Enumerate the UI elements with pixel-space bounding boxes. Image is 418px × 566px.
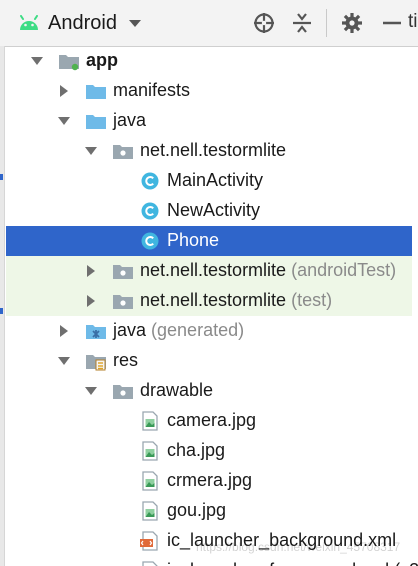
tree-row[interactable]: ic_launcher_foreground.xml (v24) [6, 556, 418, 566]
tree-row[interactable]: camera.jpg [6, 406, 412, 436]
tree-row[interactable]: manifests [6, 76, 412, 106]
tree-row[interactable]: java [6, 106, 412, 136]
tree-item-label: NewActivity [167, 200, 260, 221]
minimize-icon[interactable] [380, 11, 404, 35]
tree-item-name: manifests [113, 80, 191, 100]
project-toolbar: Android ti [0, 0, 418, 47]
tree-item-label: manifests [113, 80, 190, 101]
tree-row[interactable]: app [6, 46, 412, 76]
tree-item-label: res [113, 350, 138, 371]
class-icon [139, 231, 161, 251]
package-icon [112, 261, 134, 281]
gutter-marker [0, 174, 3, 180]
tree-item-name: Phone [167, 230, 220, 250]
tree-item-name: NewActivity [167, 200, 261, 220]
tree-item-name: cha.jpg [167, 440, 226, 460]
expand-right-arrow-icon[interactable] [57, 84, 71, 98]
class-icon [139, 171, 161, 191]
folder-icon [85, 111, 107, 131]
gear-icon[interactable] [340, 11, 364, 35]
tree-item-label: drawable [140, 380, 213, 401]
tree-row[interactable]: NewActivity [6, 196, 412, 226]
tree-row[interactable]: res [6, 346, 412, 376]
tree-item-label: net.nell.testormlite [140, 140, 286, 161]
tree-item-name: net.nell.testormlite [140, 140, 287, 160]
image-file-icon [139, 411, 161, 431]
tree-item-label: MainActivity [167, 170, 263, 191]
expand-down-arrow-icon[interactable] [30, 54, 44, 68]
tree-item-name: drawable [140, 380, 214, 400]
tree-item-name: res [113, 350, 139, 370]
locate-icon[interactable] [252, 11, 276, 35]
project-tree: app manifests java net.nell.testormlite Main… [6, 46, 418, 566]
truncated-tab-label: ti [408, 11, 418, 32]
folder-icon [85, 81, 107, 101]
generated-folder-icon [85, 321, 107, 341]
view-title: Android [48, 11, 117, 34]
tree-item-label: camera.jpg [167, 410, 256, 431]
tree-item-label: app [86, 50, 118, 71]
expand-down-arrow-icon[interactable] [84, 144, 98, 158]
tree-item-label: Phone [167, 230, 219, 251]
gutter-marker [0, 308, 3, 314]
expand-right-arrow-icon[interactable] [84, 264, 98, 278]
chevron-down-icon [128, 20, 141, 27]
tree-row[interactable]: net.nell.testormlite [6, 136, 412, 166]
image-file-icon [139, 471, 161, 491]
tree-item-label: cha.jpg [167, 440, 225, 461]
tree-row[interactable]: MainActivity [6, 166, 412, 196]
tree-row[interactable]: Phone [6, 226, 412, 256]
package-icon [112, 291, 134, 311]
tree-item-name: java [113, 110, 147, 130]
expand-right-arrow-icon[interactable] [57, 324, 71, 338]
class-icon [139, 201, 161, 221]
module-folder-icon [58, 51, 80, 71]
tree-item-name: MainActivity [167, 170, 264, 190]
watermark-text: https://blog.csdn.net/weixin_45708317 [196, 540, 401, 554]
tree-item-label: net.nell.testormlite (androidTest) [140, 260, 396, 281]
toolbar-separator [326, 9, 327, 37]
tree-item-label: java (generated) [113, 320, 244, 341]
tree-item-name: net.nell.testormlite [140, 260, 287, 280]
image-file-icon [139, 501, 161, 521]
tree-item-suffix: (androidTest) [286, 260, 397, 280]
package-icon [112, 381, 134, 401]
expand-down-arrow-icon[interactable] [57, 354, 71, 368]
tree-row[interactable]: cha.jpg [6, 436, 412, 466]
xml-file-icon [139, 531, 161, 551]
tree-row[interactable]: crmera.jpg [6, 466, 412, 496]
tree-row[interactable]: java (generated) [6, 316, 412, 346]
tree-item-suffix: (generated) [146, 320, 245, 340]
tree-item-name: ic_launcher_foreground.xml (v24) [167, 560, 418, 566]
tree-item-suffix: (test) [286, 290, 333, 310]
tree-row[interactable]: net.nell.testormlite (test) [6, 286, 412, 316]
expand-down-arrow-icon[interactable] [57, 114, 71, 128]
tree-item-label: crmera.jpg [167, 470, 252, 491]
tree-row[interactable]: drawable [6, 376, 412, 406]
expand-right-arrow-icon[interactable] [84, 294, 98, 308]
expand-down-arrow-icon[interactable] [84, 384, 98, 398]
tree-item-name: net.nell.testormlite [140, 290, 287, 310]
tree-item-name: camera.jpg [167, 410, 257, 430]
tree-row[interactable]: gou.jpg [6, 496, 412, 526]
collapse-all-icon[interactable] [290, 11, 314, 35]
tree-item-name: app [86, 50, 119, 70]
tree-row[interactable]: net.nell.testormlite (androidTest) [6, 256, 412, 286]
tree-item-label: java [113, 110, 146, 131]
package-icon [112, 141, 134, 161]
left-gutter [0, 46, 5, 566]
android-icon [20, 15, 38, 30]
project-view-selector[interactable]: Android [18, 10, 143, 36]
image-file-icon [139, 441, 161, 461]
tree-item-label: net.nell.testormlite (test) [140, 290, 332, 311]
tree-item-label: ic_launcher_foreground.xml (v24) [167, 560, 418, 566]
resource-folder-icon [85, 351, 107, 371]
xml-file-icon [139, 561, 161, 566]
tree-item-name: gou.jpg [167, 500, 227, 520]
tree-item-name: java [113, 320, 147, 340]
tree-item-label: gou.jpg [167, 500, 226, 521]
tree-item-name: crmera.jpg [167, 470, 253, 490]
